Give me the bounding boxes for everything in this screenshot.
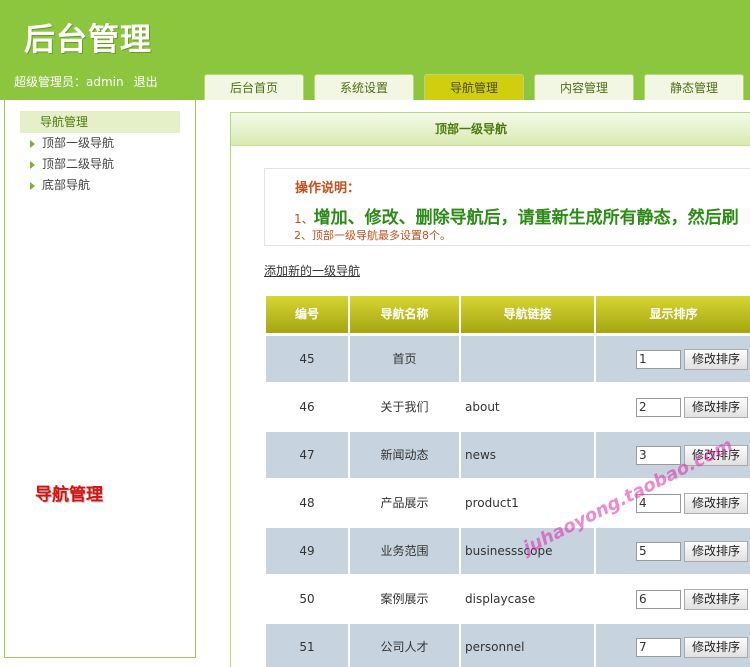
sidebar-section-label: 导航管理 (35, 485, 103, 505)
cell-id: 47 (266, 432, 350, 478)
triangle-right-icon (30, 139, 35, 148)
cell-link: news (461, 432, 596, 478)
table-row: 49 业务范围 businessscope 5 修改排序 (266, 528, 750, 574)
cell-name: 案例展示 (350, 576, 461, 622)
cell-name: 业务范围 (350, 528, 461, 574)
sort-order-input[interactable]: 6 (636, 590, 681, 609)
cell-name: 首页 (350, 336, 461, 382)
sidebar-title[interactable]: 导航管理 (20, 111, 180, 133)
cell-id: 48 (266, 480, 350, 526)
add-nav-link[interactable]: 添加新的一级导航 (264, 262, 360, 279)
cell-id: 46 (266, 384, 350, 430)
table-row: 48 产品展示 product1 4 修改排序 (266, 480, 750, 526)
update-order-button[interactable]: 修改排序 (684, 493, 748, 514)
update-order-button[interactable]: 修改排序 (684, 541, 748, 562)
logout-link[interactable]: 退出 (134, 75, 158, 89)
sort-order-input[interactable]: 1 (636, 350, 681, 369)
table-row: 45 首页 1 修改排序 (266, 336, 750, 382)
instructions-box: 操作说明： 1、增加、修改、删除导航后，请重新生成所有静态，然后刷 2、顶部一级… (264, 168, 750, 246)
app-logo: 后台管理 (24, 22, 152, 58)
sort-order-input[interactable]: 7 (636, 638, 681, 657)
sidebar-item-top-level-nav[interactable]: 顶部一级导航 (30, 133, 114, 153)
sidebar-item-label: 底部导航 (42, 178, 91, 192)
sidebar-item-label: 顶部一级导航 (42, 136, 115, 150)
cell-name: 产品展示 (350, 480, 461, 526)
column-header-id: 编号 (266, 296, 350, 333)
column-header-order: 显示排序 (596, 296, 750, 333)
panel-title: 顶部一级导航 (231, 113, 750, 146)
triangle-right-icon (30, 160, 35, 169)
instruction-line-2: 2、顶部一级导航最多设置8个。 (294, 229, 451, 242)
cell-name: 公司人才 (350, 624, 461, 667)
cell-id: 45 (266, 336, 350, 382)
admin-info: 超级管理员：admin 退出 (14, 73, 158, 90)
column-header-link: 导航链接 (461, 296, 596, 333)
sidebar-item-footer-nav[interactable]: 底部导航 (30, 175, 90, 195)
sidebar-item-label: 顶部二级导航 (42, 157, 115, 171)
cell-name: 新闻动态 (350, 432, 461, 478)
update-order-button[interactable]: 修改排序 (684, 589, 748, 610)
tab-navigation[interactable]: 导航管理 (424, 74, 524, 100)
cell-id: 49 (266, 528, 350, 574)
tab-system-settings[interactable]: 系统设置 (314, 74, 414, 100)
top-tabs: 后台首页 系统设置 导航管理 内容管理 静态管理 (200, 71, 750, 100)
cell-id: 51 (266, 624, 350, 667)
sidebar-item-second-level-nav[interactable]: 顶部二级导航 (30, 154, 114, 174)
table-row: 50 案例展示 displaycase 6 修改排序 (266, 576, 750, 622)
main-panel: 顶部一级导航 操作说明： 1、增加、修改、删除导航后，请重新生成所有静态，然后刷… (230, 112, 750, 667)
instruction-number: 1、 (294, 212, 314, 226)
column-header-name: 导航名称 (350, 296, 461, 333)
sort-order-input[interactable]: 2 (636, 398, 681, 417)
cell-id: 50 (266, 576, 350, 622)
cell-link (461, 336, 596, 382)
triangle-right-icon (30, 181, 35, 190)
header-bar: 后台管理 超级管理员：admin 退出 后台首页 系统设置 导航管理 内容管理 静… (0, 0, 750, 100)
table-row: 51 公司人才 personnel 7 修改排序 (266, 624, 750, 667)
instructions-title: 操作说明： (295, 181, 361, 196)
cell-link: displaycase (461, 576, 596, 622)
tab-static[interactable]: 静态管理 (644, 74, 744, 100)
tab-home[interactable]: 后台首页 (204, 74, 304, 100)
tab-content[interactable]: 内容管理 (534, 74, 634, 100)
admin-user-text: 超级管理员：admin (14, 75, 124, 89)
table-row: 46 关于我们 about 2 修改排序 (266, 384, 750, 430)
sidebar: 导航管理 顶部一级导航 顶部二级导航 底部导航 导航管理 (4, 100, 196, 658)
update-order-button[interactable]: 修改排序 (684, 397, 748, 418)
cell-link: about (461, 384, 596, 430)
sort-order-input[interactable]: 5 (636, 542, 681, 561)
instruction-text: 增加、修改、删除导航后，请重新生成所有静态，然后刷 (313, 208, 739, 228)
instruction-line-1: 1、增加、修改、删除导航后，请重新生成所有静态，然后刷 (294, 203, 739, 228)
update-order-button[interactable]: 修改排序 (684, 637, 748, 658)
cell-link: personnel (461, 624, 596, 667)
update-order-button[interactable]: 修改排序 (684, 349, 748, 370)
cell-name: 关于我们 (350, 384, 461, 430)
